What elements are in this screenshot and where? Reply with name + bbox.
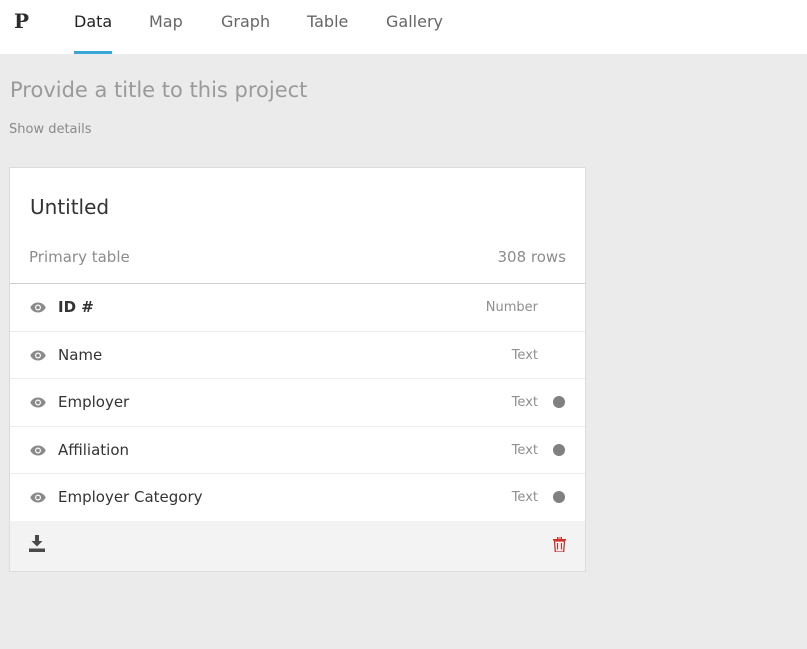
field-name: Affiliation xyxy=(58,440,130,459)
row-count: 308 rows xyxy=(497,248,567,266)
field-type[interactable]: Text xyxy=(512,348,538,363)
field-name: Employer Category xyxy=(58,488,203,507)
field-name: Name xyxy=(58,345,103,364)
dataset-card: Untitled Primary table 308 rows ID # Num… xyxy=(9,167,586,572)
status-dot[interactable] xyxy=(553,443,565,456)
tab-map[interactable]: Map xyxy=(149,12,183,54)
tab-graph[interactable]: Graph xyxy=(221,12,270,54)
dataset-title[interactable]: Untitled xyxy=(30,195,109,219)
trash-icon[interactable] xyxy=(553,537,566,552)
eye-icon[interactable] xyxy=(30,445,46,456)
eye-icon[interactable] xyxy=(30,492,46,503)
eye-icon[interactable] xyxy=(30,350,46,361)
field-list: ID # Number Name Text Employer Text Affi… xyxy=(10,283,585,522)
field-row[interactable]: ID # Number xyxy=(10,284,585,332)
field-row[interactable]: Affiliation Text xyxy=(10,427,585,475)
project-title-input[interactable]: Provide a title to this project xyxy=(10,78,307,102)
field-type[interactable]: Text xyxy=(512,443,538,458)
field-type[interactable]: Text xyxy=(512,395,538,410)
field-row[interactable]: Employer Text xyxy=(10,379,585,427)
status-dot[interactable] xyxy=(553,491,565,504)
field-type[interactable]: Number xyxy=(486,300,538,315)
tab-table[interactable]: Table xyxy=(307,12,348,54)
download-icon[interactable] xyxy=(29,535,45,552)
field-row[interactable]: Employer Category Text xyxy=(10,474,585,522)
eye-icon[interactable] xyxy=(30,302,46,313)
field-name: Employer xyxy=(58,393,130,412)
tab-gallery[interactable]: Gallery xyxy=(386,12,443,54)
app-logo[interactable]: P xyxy=(14,9,29,33)
show-details-link[interactable]: Show details xyxy=(9,122,92,137)
primary-table-label: Primary table xyxy=(29,248,130,266)
top-nav-bar: P Data Map Graph Table Gallery xyxy=(0,0,807,54)
field-name: ID # xyxy=(58,298,94,316)
eye-icon[interactable] xyxy=(30,397,46,408)
status-dot[interactable] xyxy=(553,396,565,409)
card-footer xyxy=(10,521,585,571)
field-type[interactable]: Text xyxy=(512,490,538,505)
field-row[interactable]: Name Text xyxy=(10,332,585,380)
tab-data[interactable]: Data xyxy=(74,12,113,54)
